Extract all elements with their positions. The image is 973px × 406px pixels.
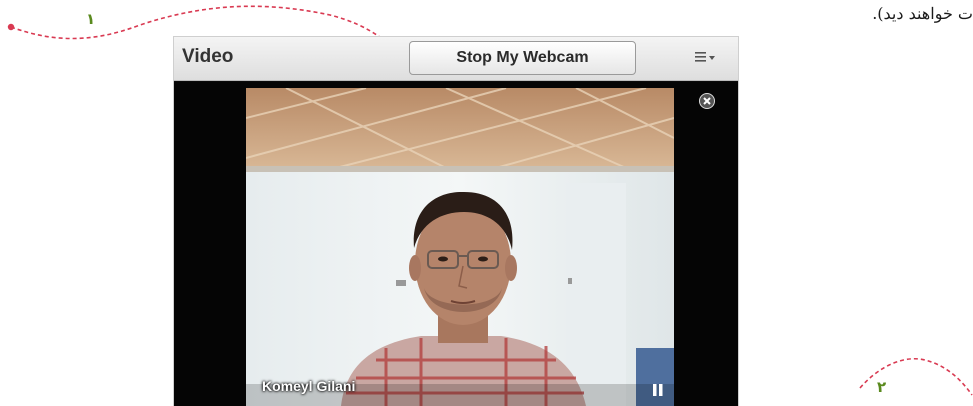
pod-header: Video Stop My Webcam bbox=[174, 37, 738, 81]
video-user-name: Komeyl Gilani bbox=[262, 378, 356, 394]
pod-title: Video bbox=[182, 46, 234, 67]
webcam-video-frame bbox=[246, 88, 674, 406]
tutorial-page: ت خواهند دید). ۱ ۲ Video Stop My Webcam bbox=[0, 0, 973, 406]
stop-webcam-button[interactable]: Stop My Webcam bbox=[409, 41, 636, 75]
pod-options-menu-icon[interactable] bbox=[694, 49, 718, 67]
rtl-body-text: ت خواهند دید). bbox=[872, 4, 973, 23]
pause-icon[interactable] bbox=[652, 382, 664, 396]
close-video-icon[interactable] bbox=[699, 93, 715, 109]
video-area bbox=[174, 82, 738, 406]
callout-number-1: ۱ bbox=[86, 10, 96, 28]
callout-number-2: ۲ bbox=[877, 378, 887, 396]
callout-1-dot bbox=[7, 23, 15, 31]
video-pod: Video Stop My Webcam bbox=[174, 37, 738, 406]
